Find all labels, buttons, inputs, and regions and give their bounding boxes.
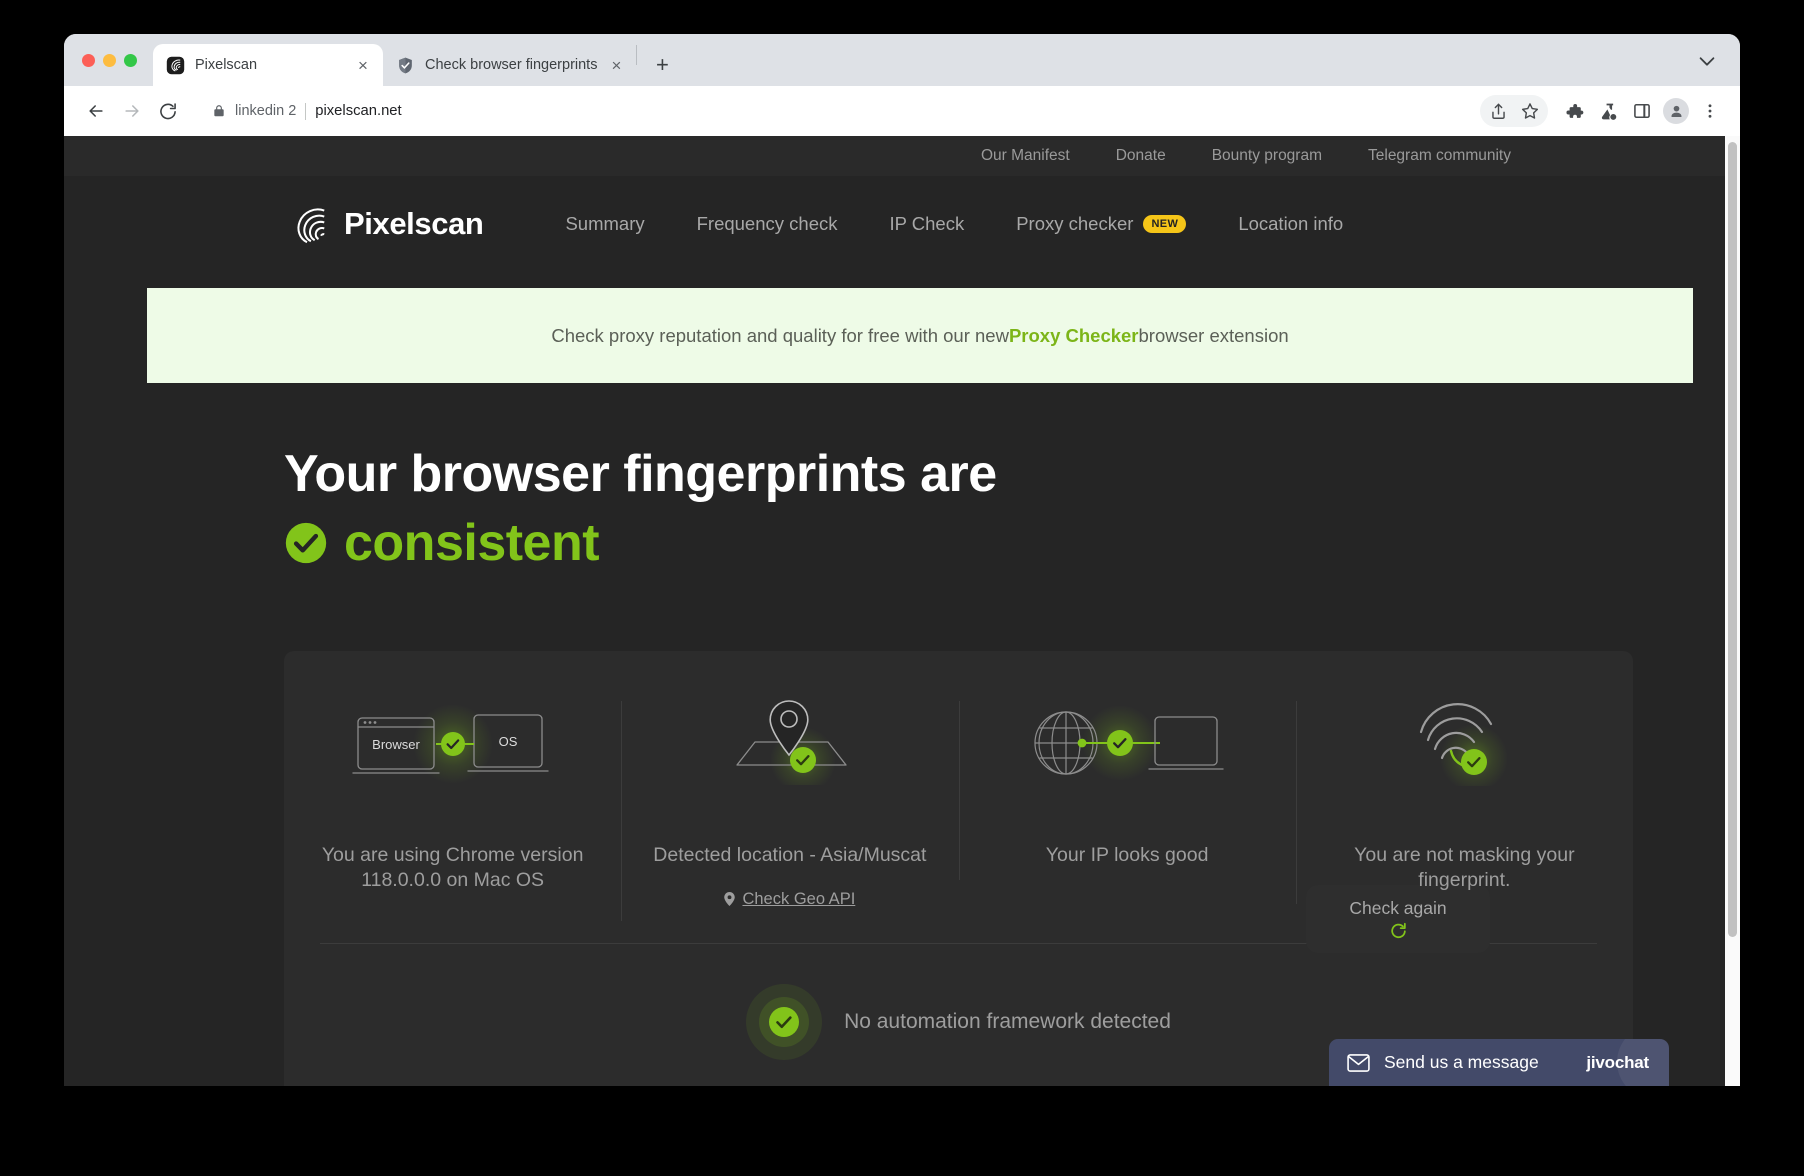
nav-item-frequency-check[interactable]: Frequency check [671, 213, 864, 235]
page-viewport: Our Manifest Donate Bounty program Teleg… [64, 136, 1740, 1086]
card-text: Detected location - Asia/Muscat [653, 844, 927, 867]
new-tab-button[interactable]: + [645, 48, 679, 82]
card-fingerprint: You are not masking your fingerprint. [1295, 695, 1633, 926]
hero-section: Your browser fingerprints are consistent… [64, 383, 1725, 953]
map-pin-small-icon [724, 892, 736, 907]
omnibox-divider [305, 102, 307, 120]
page-title: Your browser fingerprints are [284, 445, 997, 503]
tab-strip: Pixelscan × Check browser fingerprints ×… [64, 34, 1740, 86]
utility-link-our-manifest[interactable]: Our Manifest [981, 147, 1070, 165]
nav-label: Proxy checker [1016, 213, 1134, 234]
bookmark-star-icon[interactable] [1514, 95, 1546, 127]
avatar [1663, 98, 1689, 124]
pixelscan-page: Our Manifest Donate Bounty program Teleg… [64, 136, 1725, 1086]
nav-label: IP Check [889, 213, 965, 234]
browser-window: Pixelscan × Check browser fingerprints ×… [64, 34, 1740, 1086]
promo-text-after: browser extension [1138, 324, 1289, 346]
close-window-button[interactable] [82, 53, 95, 67]
tab-close-button[interactable]: × [607, 57, 625, 74]
chrome-menu-icon[interactable] [1694, 95, 1726, 127]
pixelscan-spiral-logo [297, 208, 325, 244]
utility-link-bounty-program[interactable]: Bounty program [1212, 147, 1322, 165]
toolbar-actions [1480, 95, 1726, 127]
envelope-icon [1347, 1053, 1370, 1072]
nav-item-location-info[interactable]: Location info [1212, 213, 1369, 235]
hero-status-row: consistent [284, 513, 1725, 573]
experiments-flask-icon[interactable] [1592, 95, 1624, 127]
browser-toolbar: linkedin 2 pixelscan.net [64, 86, 1740, 136]
nav-label: Frequency check [696, 213, 838, 234]
svg-text:Browser: Browser [372, 737, 420, 752]
window-traffic-lights [82, 34, 137, 86]
check-circle-icon [746, 983, 823, 1060]
tab-title: Check browser fingerprints [425, 57, 598, 73]
utility-nav: Our Manifest Donate Bounty program Teleg… [64, 136, 1725, 176]
svg-text:OS: OS [498, 734, 517, 749]
nav-label: Location info [1238, 213, 1344, 234]
nav-item-ip-check[interactable]: IP Check [863, 213, 990, 235]
jivochat-label: Send us a message [1384, 1052, 1539, 1072]
card-browser-os: Browser OS You are using Chrome version … [284, 695, 621, 926]
share-icon[interactable] [1482, 95, 1514, 127]
results-panel: Browser OS You are using Chrome version … [284, 651, 1633, 1086]
card-text: Your IP looks good [1045, 844, 1209, 867]
tab-close-button[interactable]: × [354, 57, 372, 74]
card-text: You are not masking your fingerprint. [1354, 844, 1575, 891]
profile-avatar-icon[interactable] [1660, 95, 1692, 127]
status-badge: consistent [344, 514, 600, 573]
map-pin-location-icon [725, 695, 855, 787]
back-arrow-icon[interactable] [80, 95, 112, 127]
promo-highlight[interactable]: Proxy Checker [1009, 325, 1139, 347]
address-bar[interactable]: linkedin 2 pixelscan.net [198, 94, 1476, 128]
forward-arrow-icon[interactable] [116, 95, 148, 127]
omnibox-url-text: pixelscan.net [315, 103, 402, 119]
automation-status-text: No automation framework detected [844, 1009, 1171, 1033]
site-header: Pixelscan Summary Frequency check IP Che… [64, 176, 1725, 272]
card-text: You are using Chrome version 118.0.0.0 o… [321, 844, 584, 891]
tab-divider [636, 45, 638, 65]
browser-os-match-icon: Browser OS [350, 695, 556, 787]
nav-item-proxy-checker[interactable]: Proxy checker NEW [990, 213, 1212, 235]
card-location: Detected location - Asia/Muscat Check Ge… [621, 695, 958, 943]
tab-title: Pixelscan [195, 57, 258, 73]
fingerprint-icon [1404, 695, 1524, 787]
brand-name: Pixelscan [344, 206, 484, 241]
shield-check-icon [399, 57, 412, 73]
maximize-window-button[interactable] [124, 53, 137, 67]
utility-link-donate[interactable]: Donate [1116, 147, 1166, 165]
check-circle-icon [285, 523, 327, 564]
browser-tab-check-browser-fingerprints[interactable]: Check browser fingerprints × [383, 44, 637, 86]
side-panel-icon[interactable] [1626, 95, 1658, 127]
share-bookmark-group [1480, 95, 1548, 127]
results-cards-row: Browser OS You are using Chrome version … [284, 695, 1633, 943]
scrollbar-thumb[interactable] [1728, 142, 1737, 937]
jivochat-widget[interactable]: Send us a message jivochat [1329, 1039, 1669, 1086]
nav-item-summary[interactable]: Summary [539, 213, 670, 235]
card-ip: Your IP looks good [958, 695, 1296, 902]
check-geo-api-link[interactable]: Check Geo API [724, 890, 855, 909]
promo-text-before: Check proxy reputation and quality for f… [551, 324, 1009, 346]
brand-logo-link[interactable]: Pixelscan [284, 201, 484, 247]
omnibox-profile-chip: linkedin 2 [235, 103, 297, 119]
new-badge: NEW [1143, 215, 1187, 233]
chevron-down-icon[interactable] [1696, 50, 1718, 72]
extensions-puzzle-icon[interactable] [1558, 95, 1590, 127]
card-link-label: Check Geo API [742, 889, 856, 908]
page-scrollbar[interactable] [1725, 136, 1740, 1086]
utility-link-telegram-community[interactable]: Telegram community [1368, 147, 1511, 165]
globe-laptop-ip-icon [1027, 695, 1227, 787]
main-nav: Summary Frequency check IP Check Proxy c… [539, 213, 1369, 235]
browser-tab-pixelscan[interactable]: Pixelscan × [153, 44, 383, 86]
minimize-window-button[interactable] [103, 53, 116, 67]
lock-icon [214, 105, 224, 117]
reload-icon[interactable] [152, 95, 184, 127]
nav-label: Summary [565, 213, 645, 234]
promo-banner[interactable]: Check proxy reputation and quality for f… [147, 288, 1693, 383]
pixelscan-spiral-icon [166, 56, 185, 74]
jivochat-brand: jivochat [1586, 1052, 1649, 1072]
